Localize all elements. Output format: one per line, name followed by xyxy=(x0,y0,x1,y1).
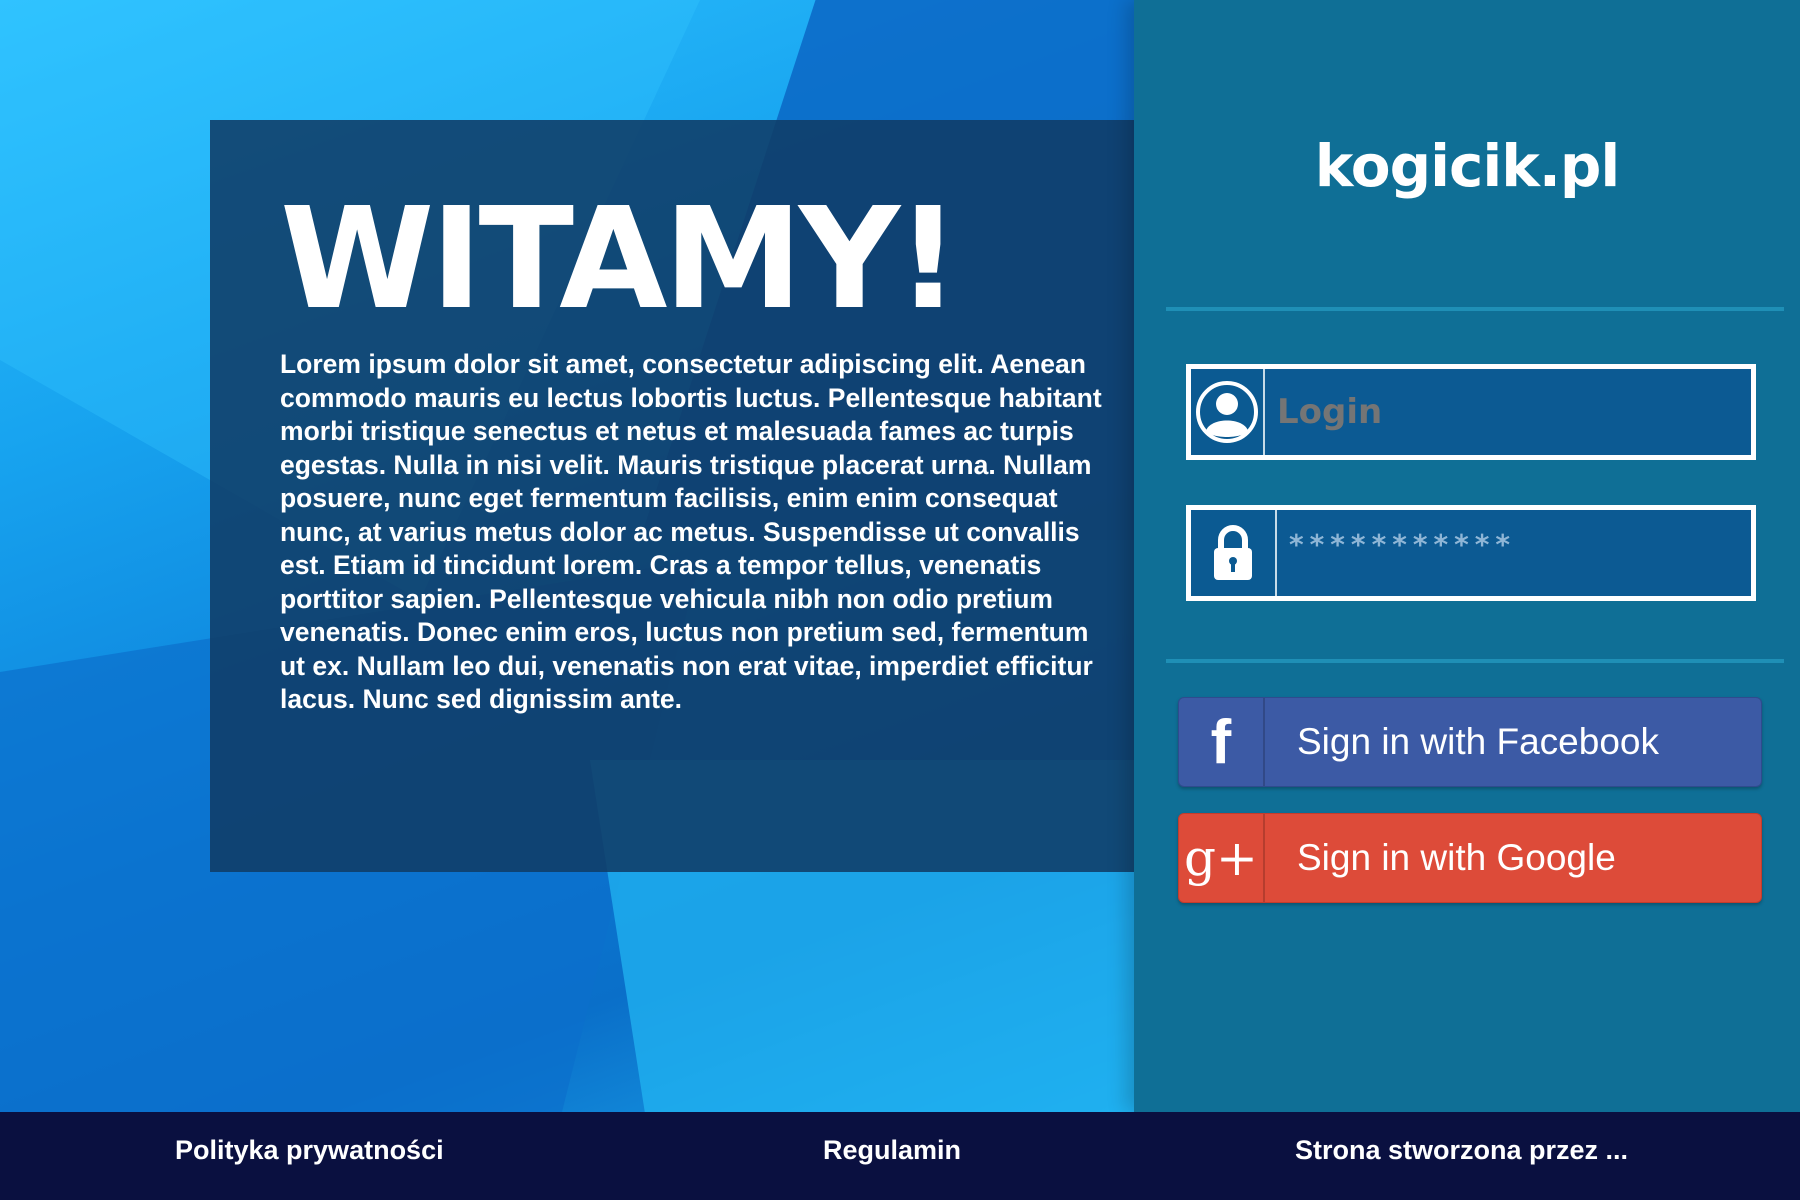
welcome-box: WITAMY! Lorem ipsum dolor sit amet, cons… xyxy=(210,120,1134,872)
footer: Polityka prywatności Regulamin Strona st… xyxy=(0,1112,1800,1200)
welcome-title: WITAMY! xyxy=(280,178,960,341)
lock-icon xyxy=(1191,510,1277,596)
welcome-text: Lorem ipsum dolor sit amet, consectetur … xyxy=(280,349,1102,714)
author-link[interactable]: Strona stworzona przez ... xyxy=(1295,1112,1628,1188)
google-plus-icon: g+ xyxy=(1179,814,1265,902)
divider xyxy=(1166,307,1784,311)
site-logo[interactable]: kogicik.pl xyxy=(1134,132,1800,200)
privacy-policy-link[interactable]: Polityka prywatności xyxy=(175,1112,444,1188)
user-icon xyxy=(1191,369,1265,455)
login-input[interactable] xyxy=(1265,369,1751,455)
google-signin-button[interactable]: g+ Sign in with Google xyxy=(1178,813,1762,903)
facebook-icon: f xyxy=(1179,698,1265,786)
terms-link[interactable]: Regulamin xyxy=(823,1112,961,1188)
facebook-signin-label: Sign in with Facebook xyxy=(1297,721,1659,762)
divider xyxy=(1166,659,1784,663)
login-panel: kogicik.pl *********** xyxy=(1134,0,1800,1112)
password-field[interactable]: *********** xyxy=(1186,505,1756,601)
facebook-signin-button[interactable]: f Sign in with Facebook xyxy=(1178,697,1762,787)
password-input[interactable]: *********** xyxy=(1277,510,1751,596)
login-page: WITAMY! Lorem ipsum dolor sit amet, cons… xyxy=(0,0,1800,1200)
login-field[interactable] xyxy=(1186,364,1756,460)
google-signin-label: Sign in with Google xyxy=(1297,837,1616,878)
